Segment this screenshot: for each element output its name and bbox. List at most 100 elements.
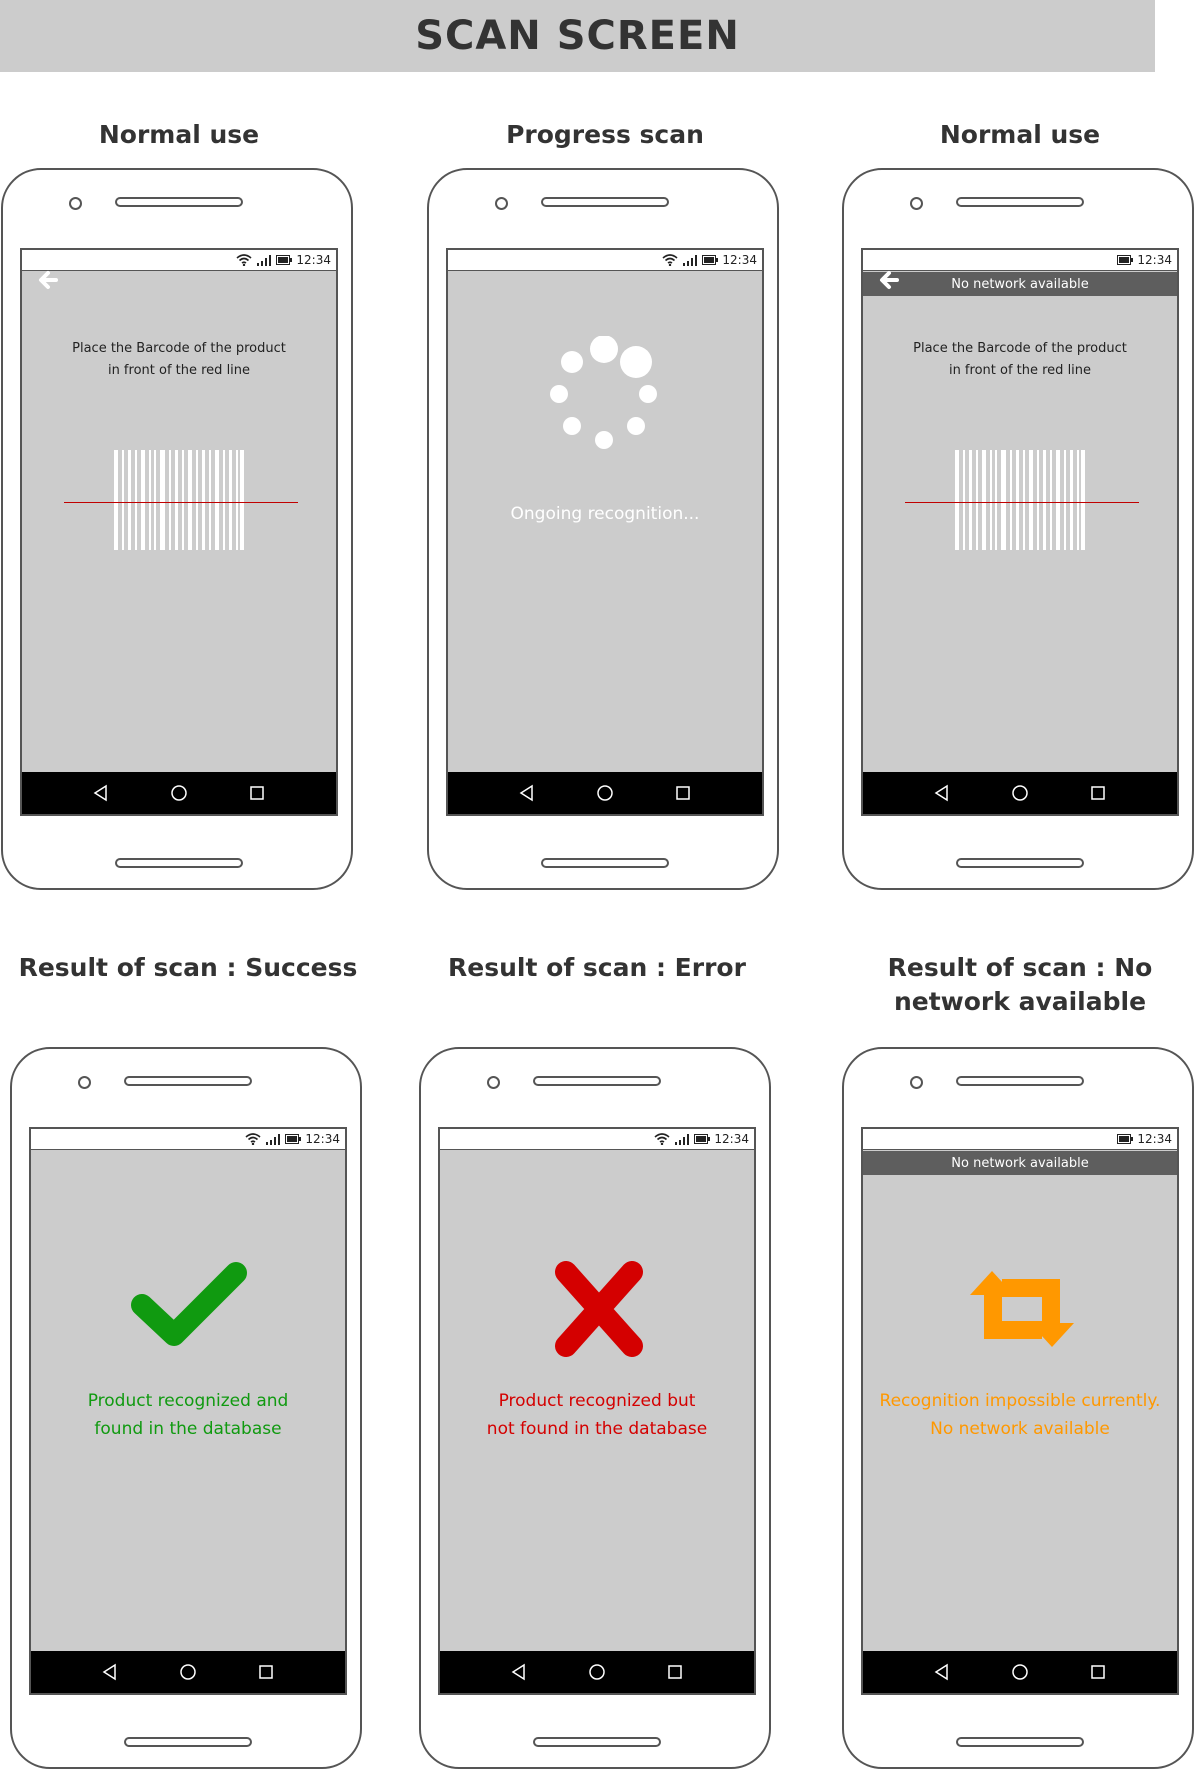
- home-indicator: [956, 858, 1084, 868]
- signal-icon: [265, 1133, 281, 1145]
- scan-red-line: [905, 502, 1139, 503]
- nav-home-icon[interactable]: [595, 783, 615, 803]
- front-camera: [78, 1076, 91, 1089]
- phone-normal-use-no-network: 12:34 No network available Place the Bar…: [842, 168, 1194, 890]
- result-message: Product recognized but not found in the …: [440, 1387, 754, 1443]
- screen: 12:34 Place the Barcode of the product i…: [20, 248, 338, 816]
- caption-line-2: network available: [893, 987, 1147, 1016]
- screen: 12:34 Product recognized and found in th…: [29, 1127, 347, 1695]
- instruction-line-1: Place the Barcode of the product: [913, 341, 1127, 356]
- home-indicator: [956, 1737, 1084, 1747]
- phone-normal-use: 12:34 Place the Barcode of the product i…: [1, 168, 353, 890]
- battery-icon: [694, 1134, 711, 1144]
- nav-home-icon[interactable]: [169, 783, 189, 803]
- scan-red-line: [64, 502, 298, 503]
- nav-back-icon[interactable]: [932, 783, 952, 803]
- nav-home-icon[interactable]: [178, 1662, 198, 1682]
- caption-result-no-network: Result of scan : No network available: [830, 951, 1200, 1019]
- no-network-banner: No network available: [863, 1151, 1177, 1175]
- nav-recent-icon[interactable]: [1088, 783, 1108, 803]
- nav-recent-icon[interactable]: [673, 783, 693, 803]
- screen: 12:34 No network available Recognition i…: [861, 1127, 1179, 1695]
- earpiece: [541, 197, 669, 207]
- scan-instructions: Place the Barcode of the product in fron…: [22, 338, 336, 382]
- recognition-status: Ongoing recognition...: [510, 504, 700, 524]
- nav-back-icon[interactable]: [517, 783, 537, 803]
- battery-icon: [276, 255, 293, 265]
- status-bar: 12:34: [863, 250, 1177, 271]
- caption-result-success: Result of scan : Success: [18, 953, 358, 982]
- wifi-icon: [654, 1133, 670, 1145]
- wifi-icon: [245, 1133, 261, 1145]
- front-camera: [495, 197, 508, 210]
- loading-spinner-icon: [550, 336, 657, 449]
- cross-icon: [555, 1261, 643, 1357]
- wifi-icon: [236, 254, 252, 266]
- back-arrow-icon[interactable]: [36, 268, 60, 292]
- caption-normal-use: Normal use: [98, 120, 260, 149]
- caption-result-error: Result of scan : Error: [448, 953, 746, 982]
- instruction-line-2: in front of the red line: [107, 363, 251, 378]
- phone-result-no-network: 12:34 No network available Recognition i…: [842, 1047, 1194, 1769]
- battery-icon: [702, 255, 719, 265]
- caption-line-1: Result of scan : No: [887, 953, 1153, 982]
- navigation-bar: [448, 772, 762, 814]
- navigation-bar: [863, 1651, 1177, 1693]
- nav-home-icon[interactable]: [1010, 1662, 1030, 1682]
- earpiece: [115, 197, 243, 207]
- nav-home-icon[interactable]: [587, 1662, 607, 1682]
- nav-back-icon[interactable]: [932, 1662, 952, 1682]
- result-message: Product recognized and found in the data…: [31, 1387, 345, 1443]
- nav-back-icon[interactable]: [100, 1662, 120, 1682]
- result-line-1: Product recognized and: [87, 1391, 289, 1411]
- retry-icon: [970, 1271, 1074, 1347]
- battery-icon: [1117, 1134, 1134, 1144]
- battery-icon: [1117, 255, 1134, 265]
- front-camera: [487, 1076, 500, 1089]
- status-bar: 12:34: [448, 250, 762, 271]
- signal-icon: [674, 1133, 690, 1145]
- caption-progress-scan: Progress scan: [506, 120, 704, 149]
- earpiece: [956, 197, 1084, 207]
- screen: 12:34 Product recognized but not found i…: [438, 1127, 756, 1695]
- nav-recent-icon[interactable]: [256, 1662, 276, 1682]
- phone-result-error: 12:34 Product recognized but not found i…: [419, 1047, 771, 1769]
- instruction-line-1: Place the Barcode of the product: [72, 341, 286, 356]
- home-indicator: [541, 858, 669, 868]
- earpiece: [533, 1076, 661, 1086]
- no-network-banner: No network available: [863, 272, 1177, 296]
- signal-icon: [256, 254, 272, 266]
- screen: 12:34 No network available Place the Bar…: [861, 248, 1179, 816]
- nav-recent-icon[interactable]: [1088, 1662, 1108, 1682]
- earpiece: [124, 1076, 252, 1086]
- nav-back-icon[interactable]: [509, 1662, 529, 1682]
- nav-home-icon[interactable]: [1010, 783, 1030, 803]
- signal-icon: [682, 254, 698, 266]
- back-arrow-icon[interactable]: [877, 268, 901, 292]
- navigation-bar: [22, 772, 336, 814]
- nav-back-icon[interactable]: [91, 783, 111, 803]
- nav-recent-icon[interactable]: [247, 783, 267, 803]
- checkmark-icon: [131, 1262, 247, 1346]
- status-bar: 12:34: [22, 250, 336, 271]
- phone-result-success: 12:34 Product recognized and found in th…: [10, 1047, 362, 1769]
- front-camera: [69, 197, 82, 210]
- barcode-icon: [114, 450, 244, 550]
- page-banner: SCAN SCREEN: [0, 0, 1155, 72]
- battery-icon: [285, 1134, 302, 1144]
- status-bar: 12:34: [863, 1129, 1177, 1150]
- screen: 12:34 Ongoing recognition...: [446, 248, 764, 816]
- result-line-2: found in the database: [94, 1419, 282, 1439]
- barcode-icon: [955, 450, 1085, 550]
- status-time: 12:34: [1137, 253, 1172, 267]
- instruction-line-2: in front of the red line: [948, 363, 1092, 378]
- caption-normal-use-no-network: Normal use: [939, 120, 1101, 149]
- home-indicator: [115, 858, 243, 868]
- navigation-bar: [863, 772, 1177, 814]
- wifi-icon: [662, 254, 678, 266]
- nav-recent-icon[interactable]: [665, 1662, 685, 1682]
- scan-instructions: Place the Barcode of the product in fron…: [863, 338, 1177, 382]
- page-title: SCAN SCREEN: [415, 13, 740, 59]
- home-indicator: [124, 1737, 252, 1747]
- status-bar: 12:34: [440, 1129, 754, 1150]
